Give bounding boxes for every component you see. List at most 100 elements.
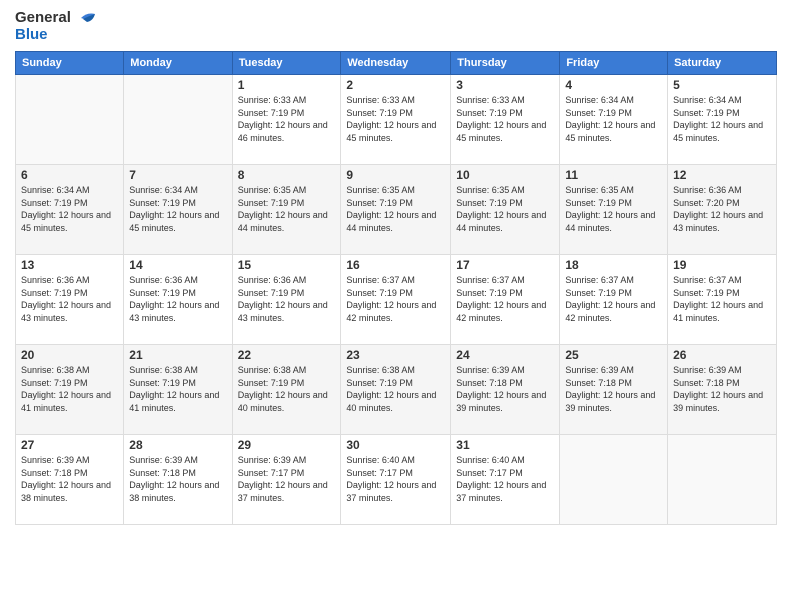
- day-info: Sunrise: 6:37 AM Sunset: 7:19 PM Dayligh…: [565, 274, 662, 324]
- day-number: 17: [456, 258, 554, 272]
- day-number: 2: [346, 78, 445, 92]
- calendar-cell: 1 Sunrise: 6:33 AM Sunset: 7:19 PM Daylig…: [232, 75, 341, 165]
- day-info: Sunrise: 6:36 AM Sunset: 7:19 PM Dayligh…: [21, 274, 118, 324]
- day-number: 18: [565, 258, 662, 272]
- day-info: Sunrise: 6:39 AM Sunset: 7:18 PM Dayligh…: [565, 364, 662, 414]
- calendar-cell: 28 Sunrise: 6:39 AM Sunset: 7:18 PM Dayli…: [124, 435, 232, 525]
- calendar-cell: 3Sunrise: 6:33 AM Sunset: 7:19 PM Daylig…: [451, 75, 560, 165]
- day-number: 10: [456, 168, 554, 182]
- calendar-cell: 17 Sunrise: 6:37 AM Sunset: 7:19 PM Dayli…: [451, 255, 560, 345]
- calendar-week-3: 13 Sunrise: 6:36 AM Sunset: 7:19 PM Dayli…: [16, 255, 777, 345]
- day-number: 22: [238, 348, 336, 362]
- day-number: 23: [346, 348, 445, 362]
- day-info: Sunrise: 6:34 AM Sunset: 7:19 PM Dayligh…: [21, 184, 118, 234]
- day-number: 28: [129, 438, 226, 452]
- day-info: Sunrise: 6:33 AM Sunset: 7:19 PM Dayligh…: [238, 94, 336, 144]
- calendar-cell: [124, 75, 232, 165]
- calendar-cell: 24Sunrise: 6:39 AM Sunset: 7:18 PM Dayli…: [451, 345, 560, 435]
- day-header-thursday: Thursday: [451, 52, 560, 75]
- logo: General Blue: [15, 10, 95, 43]
- day-number: 12: [673, 168, 771, 182]
- day-info: Sunrise: 6:36 AM Sunset: 7:20 PM Dayligh…: [673, 184, 771, 234]
- day-info: Sunrise: 6:35 AM Sunset: 7:19 PM Dayligh…: [456, 184, 554, 234]
- day-info: Sunrise: 6:40 AM Sunset: 7:17 PM Dayligh…: [456, 454, 554, 504]
- day-info: Sunrise: 6:39 AM Sunset: 7:17 PM Dayligh…: [238, 454, 336, 504]
- day-info: Sunrise: 6:36 AM Sunset: 7:19 PM Dayligh…: [129, 274, 226, 324]
- day-info: Sunrise: 6:37 AM Sunset: 7:19 PM Dayligh…: [346, 274, 445, 324]
- day-number: 24: [456, 348, 554, 362]
- day-number: 6: [21, 168, 118, 182]
- calendar-cell: 21 Sunrise: 6:38 AM Sunset: 7:19 PM Dayli…: [124, 345, 232, 435]
- day-info: Sunrise: 6:37 AM Sunset: 7:19 PM Dayligh…: [456, 274, 554, 324]
- calendar-cell: [668, 435, 777, 525]
- calendar-week-1: 1 Sunrise: 6:33 AM Sunset: 7:19 PM Daylig…: [16, 75, 777, 165]
- day-info: Sunrise: 6:35 AM Sunset: 7:19 PM Dayligh…: [238, 184, 336, 234]
- day-info: Sunrise: 6:33 AM Sunset: 7:19 PM Dayligh…: [346, 94, 445, 144]
- day-number: 7: [129, 168, 226, 182]
- calendar-table: SundayMondayTuesdayWednesdayThursdayFrid…: [15, 51, 777, 525]
- day-header-monday: Monday: [124, 52, 232, 75]
- calendar-cell: 23 Sunrise: 6:38 AM Sunset: 7:19 PM Dayli…: [341, 345, 451, 435]
- day-number: 13: [21, 258, 118, 272]
- day-number: 16: [346, 258, 445, 272]
- day-number: 11: [565, 168, 662, 182]
- calendar-cell: 9 Sunrise: 6:35 AM Sunset: 7:19 PM Daylig…: [341, 165, 451, 255]
- day-header-tuesday: Tuesday: [232, 52, 341, 75]
- calendar-cell: [560, 435, 668, 525]
- day-number: 9: [346, 168, 445, 182]
- calendar-cell: 16 Sunrise: 6:37 AM Sunset: 7:19 PM Dayli…: [341, 255, 451, 345]
- day-number: 29: [238, 438, 336, 452]
- calendar-cell: 18 Sunrise: 6:37 AM Sunset: 7:19 PM Dayli…: [560, 255, 668, 345]
- calendar-cell: 2 Sunrise: 6:33 AM Sunset: 7:19 PM Daylig…: [341, 75, 451, 165]
- day-number: 14: [129, 258, 226, 272]
- day-header-sunday: Sunday: [16, 52, 124, 75]
- day-info: Sunrise: 6:39 AM Sunset: 7:18 PM Dayligh…: [129, 454, 226, 504]
- day-info: Sunrise: 6:40 AM Sunset: 7:17 PM Dayligh…: [346, 454, 445, 504]
- day-number: 20: [21, 348, 118, 362]
- day-header-friday: Friday: [560, 52, 668, 75]
- day-info: Sunrise: 6:37 AM Sunset: 7:19 PM Dayligh…: [673, 274, 771, 324]
- calendar-cell: 6 Sunrise: 6:34 AM Sunset: 7:19 PM Daylig…: [16, 165, 124, 255]
- logo-blue-text: Blue: [15, 27, 95, 44]
- calendar-cell: 4 Sunrise: 6:34 AM Sunset: 7:19 PM Daylig…: [560, 75, 668, 165]
- calendar-cell: 27 Sunrise: 6:39 AM Sunset: 7:18 PM Dayli…: [16, 435, 124, 525]
- calendar-cell: 8 Sunrise: 6:35 AM Sunset: 7:19 PM Daylig…: [232, 165, 341, 255]
- page-header: General Blue: [15, 10, 777, 43]
- calendar-cell: 10 Sunrise: 6:35 AM Sunset: 7:19 PM Dayli…: [451, 165, 560, 255]
- day-info: Sunrise: 6:35 AM Sunset: 7:19 PM Dayligh…: [346, 184, 445, 234]
- calendar-header-row: SundayMondayTuesdayWednesdayThursdayFrid…: [16, 52, 777, 75]
- calendar-week-4: 20 Sunrise: 6:38 AM Sunset: 7:19 PM Dayli…: [16, 345, 777, 435]
- calendar-cell: 15 Sunrise: 6:36 AM Sunset: 7:19 PM Dayli…: [232, 255, 341, 345]
- day-header-wednesday: Wednesday: [341, 52, 451, 75]
- day-number: 5: [673, 78, 771, 92]
- day-number: 30: [346, 438, 445, 452]
- day-number: 31: [456, 438, 554, 452]
- day-info: Sunrise: 6:34 AM Sunset: 7:19 PM Dayligh…: [565, 94, 662, 144]
- day-number: 1: [238, 78, 336, 92]
- calendar-cell: 19Sunrise: 6:37 AM Sunset: 7:19 PM Dayli…: [668, 255, 777, 345]
- day-info: Sunrise: 6:38 AM Sunset: 7:19 PM Dayligh…: [21, 364, 118, 414]
- calendar-cell: 12 Sunrise: 6:36 AM Sunset: 7:20 PM Dayli…: [668, 165, 777, 255]
- calendar-cell: 31 Sunrise: 6:40 AM Sunset: 7:17 PM Dayli…: [451, 435, 560, 525]
- day-info: Sunrise: 6:38 AM Sunset: 7:19 PM Dayligh…: [238, 364, 336, 414]
- calendar-cell: 29 Sunrise: 6:39 AM Sunset: 7:17 PM Dayli…: [232, 435, 341, 525]
- day-number: 4: [565, 78, 662, 92]
- day-info: Sunrise: 6:39 AM Sunset: 7:18 PM Dayligh…: [673, 364, 771, 414]
- day-number: 15: [238, 258, 336, 272]
- logo-general-text: General: [15, 10, 71, 27]
- day-number: 25: [565, 348, 662, 362]
- day-number: 27: [21, 438, 118, 452]
- day-info: Sunrise: 6:36 AM Sunset: 7:19 PM Dayligh…: [238, 274, 336, 324]
- logo-bird-icon: [73, 10, 95, 26]
- day-info: Sunrise: 6:38 AM Sunset: 7:19 PM Dayligh…: [129, 364, 226, 414]
- day-info: Sunrise: 6:33 AM Sunset: 7:19 PM Dayligh…: [456, 94, 554, 144]
- calendar-cell: 13 Sunrise: 6:36 AM Sunset: 7:19 PM Dayli…: [16, 255, 124, 345]
- day-number: 26: [673, 348, 771, 362]
- day-number: 8: [238, 168, 336, 182]
- day-info: Sunrise: 6:38 AM Sunset: 7:19 PM Dayligh…: [346, 364, 445, 414]
- calendar-cell: [16, 75, 124, 165]
- day-number: 21: [129, 348, 226, 362]
- calendar-week-5: 27 Sunrise: 6:39 AM Sunset: 7:18 PM Dayli…: [16, 435, 777, 525]
- day-info: Sunrise: 6:39 AM Sunset: 7:18 PM Dayligh…: [21, 454, 118, 504]
- day-info: Sunrise: 6:34 AM Sunset: 7:19 PM Dayligh…: [673, 94, 771, 144]
